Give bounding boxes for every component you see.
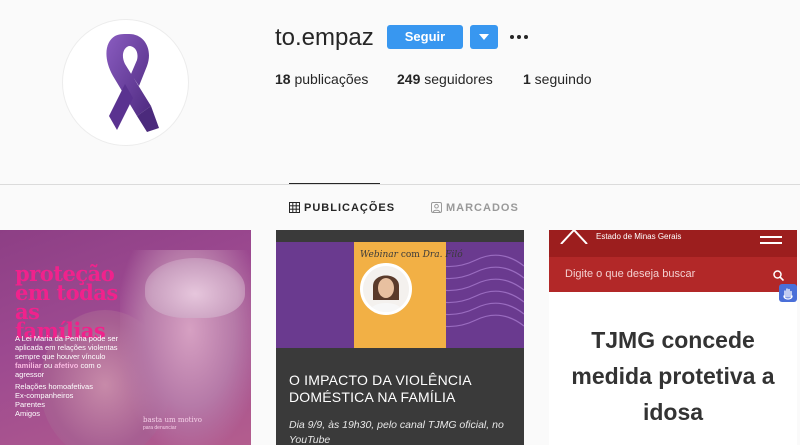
followers-count: 249 bbox=[397, 71, 421, 87]
suggested-dropdown-button[interactable] bbox=[470, 25, 498, 49]
profile-avatar[interactable] bbox=[62, 19, 189, 146]
speaker-photo bbox=[360, 263, 412, 315]
post-thumbnail-2[interactable]: Webinar com Dra. Filó O IMPACTO DA VIOLÊ… bbox=[276, 230, 524, 445]
site-search-placeholder: Digite o que deseja buscar bbox=[565, 268, 696, 280]
accessibility-hand-icon[interactable] bbox=[779, 284, 797, 302]
post1-body-text: A Lei Maria da Penha pode ser aplicada e… bbox=[15, 334, 118, 361]
profile-username: to.empaz bbox=[275, 24, 374, 51]
post2-headline: O IMPACTO DA VIOLÊNCIA DOMÉSTICA NA FAMÍ… bbox=[289, 372, 472, 405]
post1-body-bold: afetivo bbox=[54, 361, 79, 370]
hair-shape bbox=[145, 258, 245, 318]
more-dot-icon bbox=[510, 35, 514, 39]
list-item: Parentes bbox=[15, 400, 46, 409]
speaker-portrait bbox=[363, 266, 409, 312]
more-options-button[interactable] bbox=[508, 26, 532, 48]
caret-down-icon bbox=[479, 34, 489, 40]
org-name: Estado de Minas Gerais bbox=[596, 232, 682, 241]
hamburger-menu-icon[interactable] bbox=[760, 233, 782, 247]
post2-subtitle: Dia 9/9, às 19h30, pelo canal TJMG ofici… bbox=[289, 419, 504, 445]
tjmg-logo-icon bbox=[560, 230, 588, 244]
post1-body-text: ou bbox=[41, 361, 55, 370]
post1-title: proteção em todas as famílias bbox=[15, 261, 118, 343]
posts-label: publicações bbox=[290, 71, 369, 87]
following-count: 1 bbox=[523, 71, 531, 87]
tag-person-icon bbox=[431, 202, 442, 213]
list-item: Relações homoafetivas bbox=[15, 382, 93, 391]
follow-button[interactable]: Seguir bbox=[387, 25, 463, 49]
list-item: Ex-companheiros bbox=[15, 391, 74, 400]
more-dot-icon bbox=[524, 35, 528, 39]
stat-posts: 18 publicações bbox=[275, 71, 368, 87]
post3-headline: TJMG concede medida protetiva a idosa bbox=[571, 327, 775, 425]
stat-followers[interactable]: 249 seguidores bbox=[397, 71, 493, 87]
webinar-label: Webinar com Dra. Filó bbox=[360, 250, 463, 260]
grid-icon bbox=[289, 202, 300, 213]
post-thumbnail-3[interactable]: Estado de Minas Gerais Digite o que dese… bbox=[549, 230, 797, 445]
post1-list: Relações homoafetivas Ex-companheiros Pa… bbox=[15, 382, 125, 418]
post1-body-bold: familiar bbox=[15, 361, 42, 370]
search-icon[interactable] bbox=[773, 270, 784, 281]
purple-ribbon-icon bbox=[106, 34, 159, 132]
tab-publicacoes[interactable]: PUBLICAÇÕES bbox=[289, 202, 395, 214]
active-tab-indicator bbox=[289, 183, 380, 184]
speaker-name: Dra. Filó bbox=[422, 250, 463, 260]
post1-footer-small: para denunciar bbox=[143, 425, 177, 431]
hand-icon bbox=[783, 288, 793, 300]
tab-marcados[interactable]: MARCADOS bbox=[431, 202, 519, 214]
webinar-with: com bbox=[400, 250, 420, 260]
list-item: Amigos bbox=[15, 409, 41, 418]
post1-body: A Lei Maria da Penha pode ser aplicada e… bbox=[15, 334, 125, 379]
post-thumbnail-1[interactable]: proteção em todas as famílias A Lei Mari… bbox=[0, 230, 251, 445]
webinar-text: Webinar bbox=[360, 250, 398, 260]
tab-publicacoes-label: PUBLICAÇÕES bbox=[304, 202, 396, 214]
stat-following[interactable]: 1 seguindo bbox=[523, 71, 592, 87]
tab-marcados-label: MARCADOS bbox=[446, 202, 519, 214]
followers-label: seguidores bbox=[420, 71, 493, 87]
posts-count: 18 bbox=[275, 71, 291, 87]
tabs-divider bbox=[0, 184, 800, 185]
following-label: seguindo bbox=[530, 71, 592, 87]
more-dot-icon bbox=[517, 35, 521, 39]
post1-footer: basta um motivo bbox=[143, 416, 202, 424]
